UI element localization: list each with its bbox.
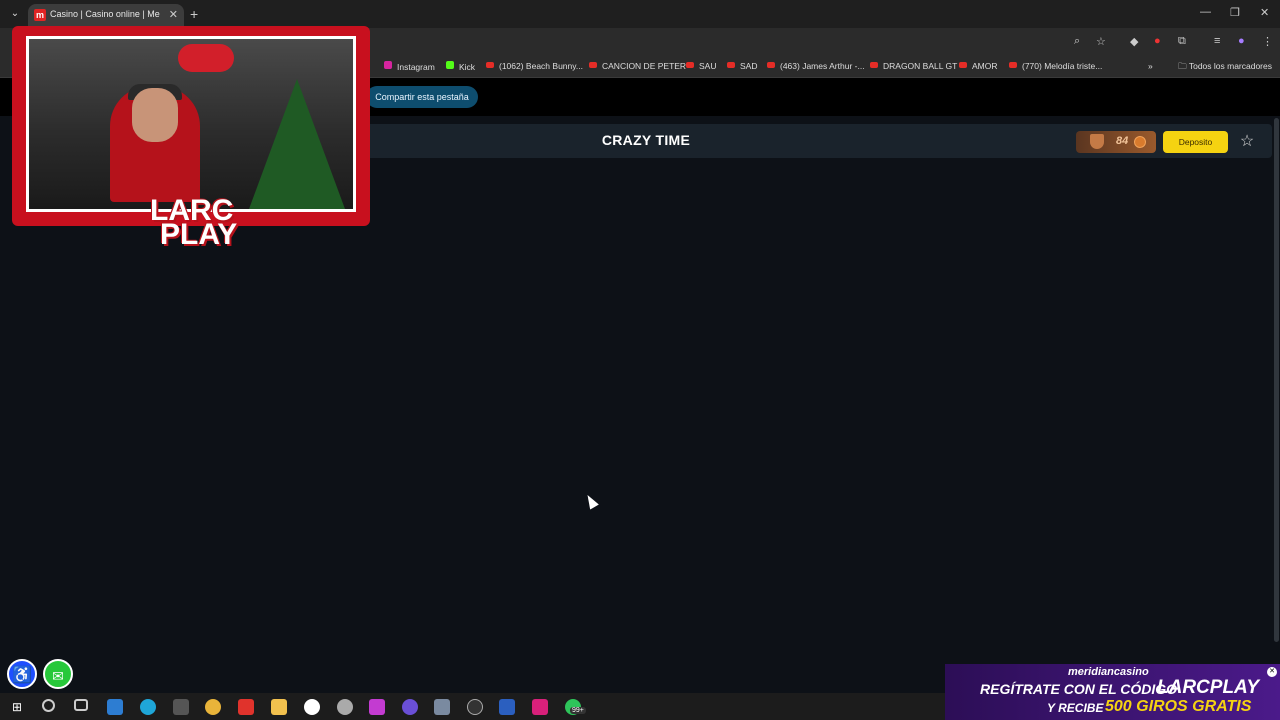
bookmark-star-icon[interactable]: ☆ [1096,35,1106,48]
coin-icon [1134,136,1146,148]
chat-icon[interactable]: ✉ [43,659,73,689]
page-scrollbar[interactable] [1274,118,1279,642]
youtube-icon [486,62,494,68]
bookmark-label: SAD [740,61,758,71]
close-icon[interactable]: ✕ [1267,667,1277,677]
bookmark-youtube[interactable]: SAD [727,61,757,71]
mouse-cursor-icon [583,492,599,510]
bookmark-youtube[interactable]: (1062) Beach Bunny... [486,61,583,71]
promo-line1: REGÍTRATE CON EL CÓDIGO [980,681,1178,697]
bookmark-youtube[interactable]: (463) James Arthur -... [767,61,865,71]
streamer-face [132,88,178,142]
christmas-tree [249,79,345,209]
bookmark-youtube[interactable]: SAU [686,61,716,71]
bookmark-youtube[interactable]: DRAGON BALL GT [870,61,957,71]
webcam-overlay: LARC PLAY [12,26,370,251]
promo-banner[interactable]: meridiancasino REGÍTRATE CON EL CÓDIGO L… [945,664,1280,720]
level-number: 84 [1116,135,1129,147]
all-bookmarks-label: Todos los marcadores [1188,61,1272,71]
bookmark-label: (770) Melodía triste... [1022,61,1103,71]
profile-icon[interactable]: ● [1238,35,1245,47]
favorite-star-icon[interactable]: ☆ [1236,131,1258,153]
instagram-icon [384,61,392,69]
windows-start-icon[interactable]: ⊞ [10,700,24,714]
obs-icon[interactable] [467,699,483,715]
app-icon[interactable] [173,699,189,715]
task-view-icon[interactable] [74,699,88,711]
search-icon[interactable] [42,699,55,712]
menu-icon[interactable]: ⋮ [1262,35,1273,48]
youtube-icon [589,62,597,68]
shield-icon [1090,134,1104,149]
tab-title: Casino | Casino online | Meridi [50,9,160,19]
restore-button[interactable]: ❐ [1230,6,1240,19]
youtube-icon [727,62,735,68]
youtube-icon [959,62,967,68]
video-app-icon[interactable] [238,699,254,715]
calculator-icon[interactable] [434,699,450,715]
youtube-icon [686,62,694,68]
g-app-icon[interactable] [304,699,320,715]
bookmark-kick[interactable]: Kick [446,61,475,72]
bookmark-label: AMOR [972,61,998,71]
youtube-icon [1009,62,1017,68]
bookmark-youtube[interactable]: (770) Melodía triste... [1009,61,1102,71]
tab-search-dropdown[interactable]: ⌄ [8,7,22,21]
share-tab-button[interactable]: Compartir esta pestaña [366,86,478,108]
youtube-icon [767,62,775,68]
bookmark-label: Instagram [397,62,435,72]
store-icon[interactable] [107,699,123,715]
bookmark-label: Kick [459,62,476,72]
browser-tab-bar: ⌄ m Casino | Casino online | Meridi ✕ + … [0,0,1280,28]
level-badge[interactable]: 84 [1076,131,1156,153]
app-icon[interactable] [532,699,548,715]
deposit-button[interactable]: Deposito [1163,131,1228,153]
reading-list-icon[interactable]: ≡ [1214,35,1220,47]
bookmark-youtube[interactable]: CANCION DE PETER [589,61,686,71]
bookmarks-overflow-icon[interactable]: » [1148,61,1153,71]
zoom-icon[interactable]: ⌕ [1074,35,1080,48]
active-tab[interactable]: m Casino | Casino online | Meridi ✕ [28,4,184,28]
notification-badge: 99+ [570,707,586,714]
close-tab-icon[interactable]: ✕ [169,8,178,21]
bookmark-youtube[interactable]: AMOR [959,61,998,71]
bookmark-label: DRAGON BALL GT [883,61,958,71]
bookmark-label: (463) James Arthur -... [780,61,865,71]
bookmark-instagram[interactable]: Instagram [384,61,435,72]
folder-icon[interactable] [271,699,287,715]
new-tab-button[interactable]: + [190,6,198,22]
app-icon[interactable] [369,699,385,715]
streamer-logo-line2: PLAY [160,218,238,251]
bookmark-label: SAU [699,61,717,71]
minimize-button[interactable]: — [1200,6,1211,18]
close-window-button[interactable]: ✕ [1260,6,1269,19]
app-icon[interactable] [337,699,353,715]
promo-line2-a: Y RECIBE [1047,701,1104,715]
word-icon[interactable] [499,699,515,715]
all-bookmarks-folder[interactable]: 🗀 Todos los marcadores [1178,61,1272,75]
promo-code: LARCPLAY [1157,677,1260,698]
extension-red-icon[interactable]: ● [1154,35,1161,47]
promo-brand: meridiancasino [1068,666,1149,678]
bookmark-label: CANCION DE PETER [602,61,687,71]
accessibility-icon[interactable]: ♿ [7,659,37,689]
edge-icon[interactable] [140,699,156,715]
extension-icon[interactable]: ◆ [1130,35,1138,48]
bookmark-label: (1062) Beach Bunny... [499,61,583,71]
promo-line2-b: 500 GIROS GRATIS [1105,698,1252,715]
meridian-favicon-icon: m [34,9,46,21]
discord-icon[interactable] [402,699,418,715]
puzzle-icon[interactable]: ⧉ [1178,35,1186,48]
youtube-icon [870,62,878,68]
ribbon-bow [178,44,234,72]
chrome-icon[interactable] [205,699,221,715]
kick-icon [446,61,454,69]
